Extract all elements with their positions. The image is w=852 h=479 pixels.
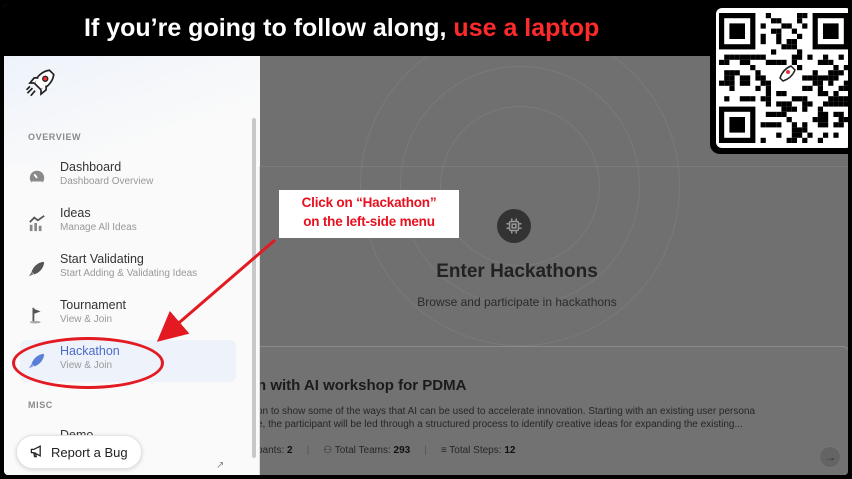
- app-frame: Enter Hackathons Browse and participate …: [4, 4, 848, 475]
- callout-arrow: [156, 238, 276, 342]
- highlight-ring: [12, 337, 164, 389]
